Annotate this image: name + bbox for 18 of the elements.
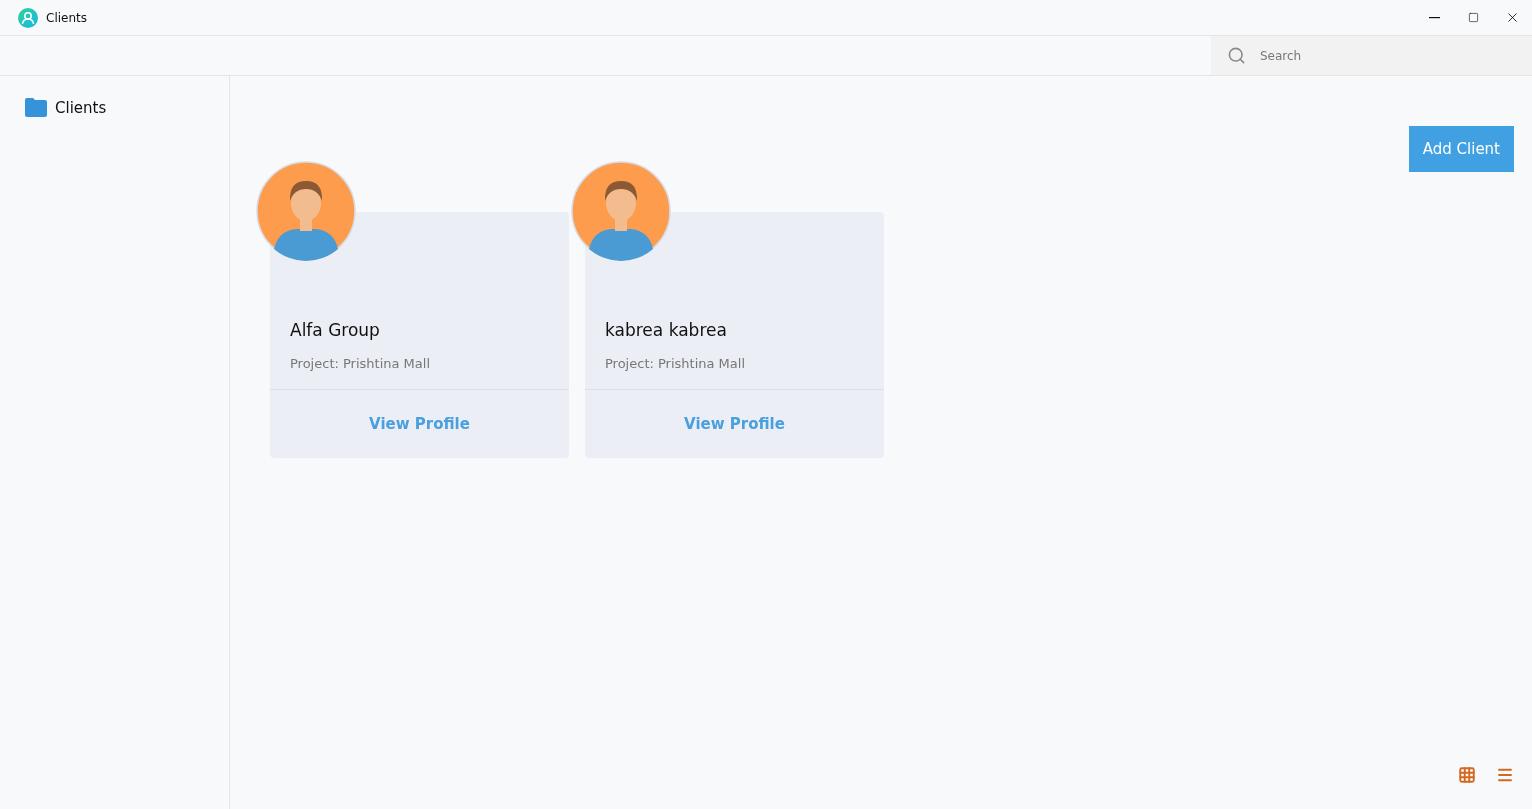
list-view-icon[interactable] bbox=[1496, 766, 1514, 784]
window-title: Clients bbox=[46, 10, 88, 25]
folder-icon bbox=[25, 98, 47, 117]
minimize-icon bbox=[1429, 16, 1440, 19]
view-profile-link[interactable]: View Profile bbox=[684, 415, 785, 433]
project-text: Project: Prishtina Mall bbox=[290, 356, 431, 371]
client-name: kabrea kabrea bbox=[605, 320, 727, 340]
grid-view-icon[interactable] bbox=[1458, 766, 1476, 784]
view-profile-link[interactable]: View Profile bbox=[369, 415, 470, 433]
close-icon bbox=[1505, 10, 1520, 25]
sidebar-item[interactable]: Clients bbox=[55, 98, 107, 117]
client-name: Alfa Group bbox=[290, 320, 380, 340]
project-text: Project: Prishtina Mall bbox=[605, 356, 746, 371]
search-icon bbox=[1227, 46, 1246, 65]
app-user-icon bbox=[18, 7, 38, 28]
search-field[interactable]: Search bbox=[1211, 36, 1532, 75]
add-client-button[interactable]: Add Client bbox=[1408, 126, 1514, 172]
maximize-icon bbox=[1468, 12, 1479, 23]
